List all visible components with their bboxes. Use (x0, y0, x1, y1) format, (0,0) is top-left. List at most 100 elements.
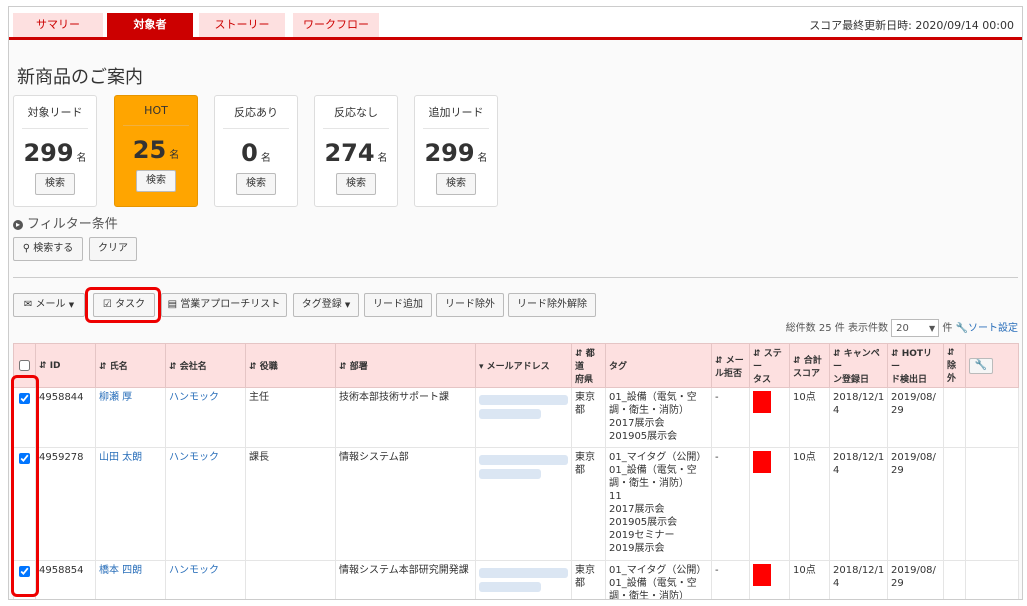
cell-title: 課長 (245, 447, 336, 561)
status-badge (753, 451, 771, 473)
name-link[interactable]: 柳瀬 厚 (99, 392, 132, 403)
wrench-icon: 🔧 (955, 323, 968, 334)
stat-value: 0名 (241, 139, 271, 167)
settings-header: 🔧 (965, 343, 1019, 388)
cell-dept: 情報システム本部研究開発課 (335, 560, 476, 599)
cell-campaign-date: 2018/12/1 4 (829, 560, 888, 599)
envelope-icon: ✉ (23, 299, 33, 310)
column-header[interactable]: ⇵ 部署 (335, 343, 476, 388)
tab-summary[interactable]: サマリー (13, 13, 103, 37)
sort-settings-link[interactable]: 🔧ソート設定 (956, 323, 1018, 334)
company-link[interactable]: ハンモック (169, 452, 219, 463)
cell-pref: 東京 都 (571, 560, 606, 599)
column-header[interactable]: ⇵ メー ル拒否 (711, 343, 750, 388)
stat-label: 追加リード (423, 104, 489, 129)
cell-settings (965, 447, 1019, 561)
cell-status (749, 387, 790, 448)
name-link[interactable]: 橋本 四朗 (99, 565, 142, 576)
stat-value: 299 名 (23, 139, 87, 167)
leads-table: ⇵ ID ⇵ 氏名 ⇵ 会社名 ⇵ 役職 ⇵ 部署 ▾ メールアドレス ⇵ 都道… (13, 343, 1019, 599)
lead-exclude-cancel-button[interactable]: リード除外解除 (508, 293, 596, 317)
per-page-suffix: 件 (942, 323, 953, 334)
column-header[interactable]: ⇵ HOTリー ド検出日 (887, 343, 944, 388)
cell-tags: 01_マイタグ（公開） 01_設備（電気・空 調・衛生・消防） 11 2017展… (605, 447, 712, 561)
approach-list-label: 営業アプローチリスト (180, 299, 281, 310)
tag-register-label: タグ登録 (301, 299, 342, 310)
stat-label: HOT (123, 104, 189, 126)
per-page-select[interactable]: 20 ▼ (891, 319, 940, 337)
stat-card-hot: HOT 25 名 検索 (114, 95, 198, 207)
wrench-icon[interactable]: 🔧 (969, 357, 993, 374)
cell-tags: 01_マイタグ（公開） 01_設備（電気・空 調・衛生・消防） 2017展示会 (605, 560, 712, 599)
stat-card-responded: 反応あり 0名 検索 (214, 95, 298, 207)
caret-down-icon: ▼ (68, 301, 75, 309)
cell-title (245, 560, 336, 599)
name-link[interactable]: 山田 太朗 (99, 452, 142, 463)
column-header[interactable]: ⇵ 除 外 (943, 343, 966, 388)
cell-campaign-date: 2018/12/1 4 (829, 447, 888, 561)
filter-search-label: 検索する (33, 243, 74, 254)
cell-status (749, 560, 790, 599)
cell-status (749, 447, 790, 561)
cell-title: 主任 (245, 387, 336, 448)
cell-id: 4958844 (35, 387, 96, 448)
column-header[interactable]: ⇵ ステー タス (749, 343, 790, 388)
table-row: 4959278 山田 太朗 ハンモック 課長 情報システム部 東京 都 01_マ… (13, 447, 1019, 561)
cell-score: 10点 (789, 560, 830, 599)
cell-pref: 東京 都 (571, 447, 606, 561)
task-highlight-box (85, 287, 161, 323)
cell-dept: 技術本部技術サポート課 (335, 387, 476, 448)
column-header[interactable]: ▾ メールアドレス (475, 343, 572, 388)
tab-story[interactable]: ストーリー (199, 13, 285, 37)
divider (13, 277, 1018, 278)
company-link[interactable]: ハンモック (169, 565, 219, 576)
cell-id: 4959278 (35, 447, 96, 561)
table-row: 4958844 柳瀬 厚 ハンモック 主任 技術本部技術サポート課 東京 都 0… (13, 387, 1019, 448)
filter-toggle[interactable]: ▸ フィルター条件 (13, 213, 118, 232)
status-badge (753, 564, 771, 586)
tag-register-dropdown[interactable]: タグ登録 ▼ (293, 293, 359, 317)
column-header[interactable]: ⇵ 役職 (245, 343, 336, 388)
count-row: 総件数 25 件 表示件数 20 ▼ 件 🔧ソート設定 (786, 319, 1018, 337)
filter-title-label: フィルター条件 (27, 217, 118, 232)
filter-clear-button[interactable]: クリア (89, 237, 137, 261)
stat-search-button[interactable]: 検索 (35, 173, 75, 195)
tab-workflow[interactable]: ワークフロー (293, 13, 379, 37)
company-link[interactable]: ハンモック (169, 392, 219, 403)
status-badge (753, 391, 771, 413)
cell-mail-refuse: - (711, 387, 750, 448)
lead-exclude-button[interactable]: リード除外 (436, 293, 504, 317)
filter-search-button[interactable]: ⚲ 検索する (13, 237, 83, 261)
stat-search-button[interactable]: 検索 (336, 173, 376, 195)
score-updated-label: スコア最終更新日時: 2020/09/14 00:00 (809, 19, 1014, 32)
lead-add-button[interactable]: リード追加 (364, 293, 432, 317)
mail-dropdown-button[interactable]: ✉ メール ▼ (13, 293, 85, 317)
tab-bar: サマリー 対象者 ストーリー ワークフロー スコア最終更新日時: 2020/09… (9, 7, 1022, 40)
stat-search-button[interactable]: 検索 (236, 173, 276, 195)
select-all-checkbox[interactable] (19, 359, 30, 371)
stat-card-no-response: 反応なし 274 名 検索 (314, 95, 398, 207)
cell-settings (965, 560, 1019, 599)
stat-search-button[interactable]: 検索 (436, 173, 476, 195)
column-header[interactable]: ⇵ 合計 スコア (789, 343, 830, 388)
approach-list-button[interactable]: ▤ 営業アプローチリスト (161, 293, 287, 317)
column-header[interactable]: ⇵ キャンペー ン登録日 (829, 343, 888, 388)
stat-label: 対象リード (22, 104, 88, 129)
cell-exclude (943, 447, 966, 561)
column-header[interactable]: ⇵ 会社名 (165, 343, 246, 388)
column-header[interactable]: ⇵ 都道 府県 (571, 343, 606, 388)
column-header[interactable]: ⇵ ID (35, 343, 96, 388)
chevron-right-icon: ▸ (13, 219, 23, 230)
cell-exclude (943, 387, 966, 448)
cell-id: 4958854 (35, 560, 96, 599)
cell-email-redacted (475, 560, 572, 599)
stat-value: 25 名 (132, 136, 180, 164)
stat-card-target-leads: 対象リード 299 名 検索 (13, 95, 97, 207)
column-header[interactable]: ⇵ 氏名 (95, 343, 166, 388)
cell-hot-date: 2019/08/ 29 (887, 387, 944, 448)
column-header: タグ (605, 343, 712, 388)
tab-targets[interactable]: 対象者 (107, 13, 193, 37)
cell-settings (965, 387, 1019, 448)
stat-search-button[interactable]: 検索 (136, 170, 176, 192)
cell-tags: 01_設備（電気・空 調・衛生・消防） 2017展示会 201905展示会 (605, 387, 712, 448)
